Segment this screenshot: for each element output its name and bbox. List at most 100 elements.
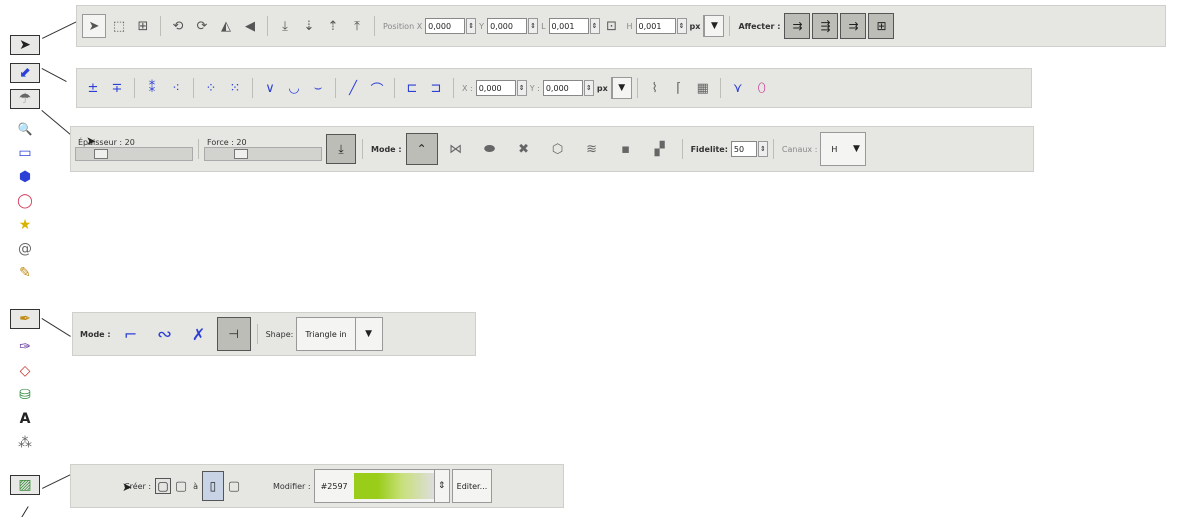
grow-mode-icon[interactable]: ⬬ [474, 138, 506, 160]
flip-horizontal-icon[interactable]: ◭ [215, 15, 237, 37]
slider-knob[interactable] [234, 148, 248, 159]
rotate-cw-icon[interactable]: ⟳ [191, 15, 213, 37]
select-all-layers-icon[interactable]: ⊞ [132, 15, 154, 37]
calligraphy-tool-icon[interactable]: ✑ [10, 337, 40, 357]
l-label: L [541, 21, 546, 31]
unit-dropdown[interactable]: ▼ [703, 15, 725, 37]
spiral-tool-icon[interactable]: @ [10, 239, 40, 259]
cusp-node-icon[interactable]: ∨ [259, 77, 281, 99]
pressure-toggle[interactable]: ⤓ [326, 134, 356, 164]
flip-vertical-icon[interactable]: ◀ [239, 15, 261, 37]
select-tool-icon[interactable]: ➤ [10, 35, 40, 55]
gradient-tool-icon[interactable]: ▨ [10, 475, 40, 495]
3dbox-tool-icon[interactable]: ⬢ [10, 167, 40, 187]
to-line-icon[interactable]: ╱ [342, 77, 364, 99]
separator [374, 16, 375, 36]
spray-tool-icon[interactable]: ⁂ [10, 433, 40, 453]
object-to-path-icon[interactable]: ⊏ [401, 77, 423, 99]
position-x-field[interactable]: 0,000 [425, 18, 466, 34]
edit-mask-icon[interactable]: ▦ [692, 77, 714, 99]
show-handles-icon[interactable]: ⋎ [727, 77, 749, 99]
radial-gradient-icon[interactable]: ▢ [173, 475, 189, 497]
show-path-outline-icon[interactable]: ⌇ [644, 77, 666, 99]
gradient-select[interactable]: #2597 ⇕ [313, 469, 450, 503]
transform-patterns-toggle[interactable]: ⊞ [868, 13, 895, 39]
attract-mode-icon[interactable]: ✖ [508, 138, 540, 160]
regular-bezier-icon[interactable]: ⌐ [115, 323, 147, 345]
l-stepper[interactable]: ⇕ [589, 18, 600, 34]
pencil-tool-icon[interactable]: ✎ [10, 263, 40, 283]
node-tool-icon[interactable]: ⬋ [10, 63, 40, 83]
eraser-tool-icon[interactable]: ◇ [10, 361, 40, 381]
to-curve-icon[interactable]: ⌒ [366, 77, 388, 99]
canaux-dropdown[interactable]: H ▼ [820, 132, 867, 166]
lower-icon[interactable]: ⇣ [298, 15, 320, 37]
scale-stroke-toggle[interactable]: ⇉ [784, 13, 811, 39]
pen-tool-icon[interactable]: ✒ [10, 309, 40, 329]
epaisseur-slider[interactable] [75, 146, 193, 161]
scale-corners-toggle[interactable]: ⇶ [812, 13, 839, 39]
edit-gradient-button[interactable]: Editer... [451, 469, 493, 503]
insert-node-icon[interactable]: ± [82, 77, 104, 99]
break-path-icon[interactable]: ⁖ [165, 77, 187, 99]
delete-segment-icon[interactable]: ⁙ [224, 77, 246, 99]
edit-clip-path-icon[interactable]: ⌈ [668, 77, 690, 99]
h-field[interactable]: 0,001 [635, 18, 676, 34]
separator [256, 324, 258, 344]
shrink-mode-icon[interactable]: ⋈ [440, 138, 472, 160]
raise-icon[interactable]: ⇡ [322, 15, 344, 37]
fidelite-stepper[interactable]: ⇕ [757, 141, 768, 157]
force-slider[interactable] [204, 146, 322, 161]
join-nodes-icon[interactable]: ⁑ [141, 77, 163, 99]
bucket-tool-icon[interactable]: ⛁ [10, 385, 40, 405]
stroke-to-path-icon[interactable]: ⊐ [425, 77, 447, 99]
l-field[interactable]: 0,001 [548, 18, 589, 34]
dropper-tool-icon[interactable]: ⁄ [10, 503, 40, 523]
paraxial-path-icon[interactable]: ⊣ [216, 317, 251, 351]
fill-target-icon[interactable]: ▯ [201, 471, 224, 501]
slider-knob[interactable] [94, 148, 108, 159]
bspline-path-icon[interactable]: ✗ [183, 323, 215, 345]
fidelite-field[interactable]: 50 [730, 141, 757, 157]
ellipse-tool-icon[interactable]: ◯ [10, 191, 40, 211]
lower-to-bottom-icon[interactable]: ⤓ [274, 15, 296, 37]
select-toolbar: ➤ ⬚ ⊞ ⟲ ⟳ ◭ ◀ ⤓ ⇣ ⇡ ⤒ Position X 0,000 ⇕… [76, 5, 1166, 47]
transform-gradients-toggle[interactable]: ⇉ [840, 13, 867, 39]
connector-line [41, 110, 73, 137]
spiro-path-icon[interactable]: ∾ [149, 323, 181, 345]
lock-icon[interactable]: ⊡ [601, 15, 623, 37]
y-field[interactable]: 0,000 [487, 18, 528, 34]
node-x-field[interactable]: 0,000 [475, 80, 516, 96]
position-x-stepper[interactable]: ⇕ [466, 18, 477, 34]
linear-gradient-icon[interactable]: ▢ [155, 478, 172, 494]
rotate-ccw-icon[interactable]: ⟲ [167, 15, 189, 37]
shape-dropdown[interactable]: Triangle in ▼ [296, 317, 383, 351]
node-y-stepper[interactable]: ⇕ [583, 80, 594, 96]
node-unit-dropdown[interactable]: ▼ [610, 77, 632, 99]
h-stepper[interactable]: ⇕ [676, 18, 687, 34]
repel-mode-icon[interactable]: ⬡ [542, 138, 574, 160]
join-segment-icon[interactable]: ⁘ [200, 77, 222, 99]
symmetric-node-icon[interactable]: ⌣ [307, 77, 329, 99]
node-x-stepper[interactable]: ⇕ [516, 80, 527, 96]
shape-value: Triangle in [305, 329, 347, 339]
show-outline-icon[interactable]: ⬯ [751, 77, 773, 99]
move-mode-icon[interactable]: ⌃ [405, 133, 438, 165]
text-tool-icon[interactable]: A [10, 409, 40, 429]
rect-tool-icon[interactable]: ▭ [10, 143, 40, 163]
zoom-tool-icon[interactable]: 🔍 [10, 119, 40, 139]
tweak-tool-icon[interactable]: ☂ [10, 89, 40, 109]
node-y-field[interactable]: 0,000 [542, 80, 583, 96]
smooth-node-icon[interactable]: ◡ [283, 77, 305, 99]
y-stepper[interactable]: ⇕ [528, 18, 539, 34]
paint-mode-icon[interactable]: ▪ [610, 138, 642, 160]
jitter-mode-icon[interactable]: ▞ [644, 138, 676, 160]
star-tool-icon[interactable]: ★ [10, 215, 40, 235]
raise-to-top-icon[interactable]: ⤒ [346, 15, 368, 37]
position-x-label: Position X [383, 21, 423, 31]
roughen-mode-icon[interactable]: ≋ [576, 138, 608, 160]
stroke-target-icon[interactable]: ▢ [226, 475, 242, 497]
select-all-icon[interactable]: ⬚ [108, 15, 130, 37]
delete-node-icon[interactable]: ∓ [106, 77, 128, 99]
separator [394, 78, 395, 98]
